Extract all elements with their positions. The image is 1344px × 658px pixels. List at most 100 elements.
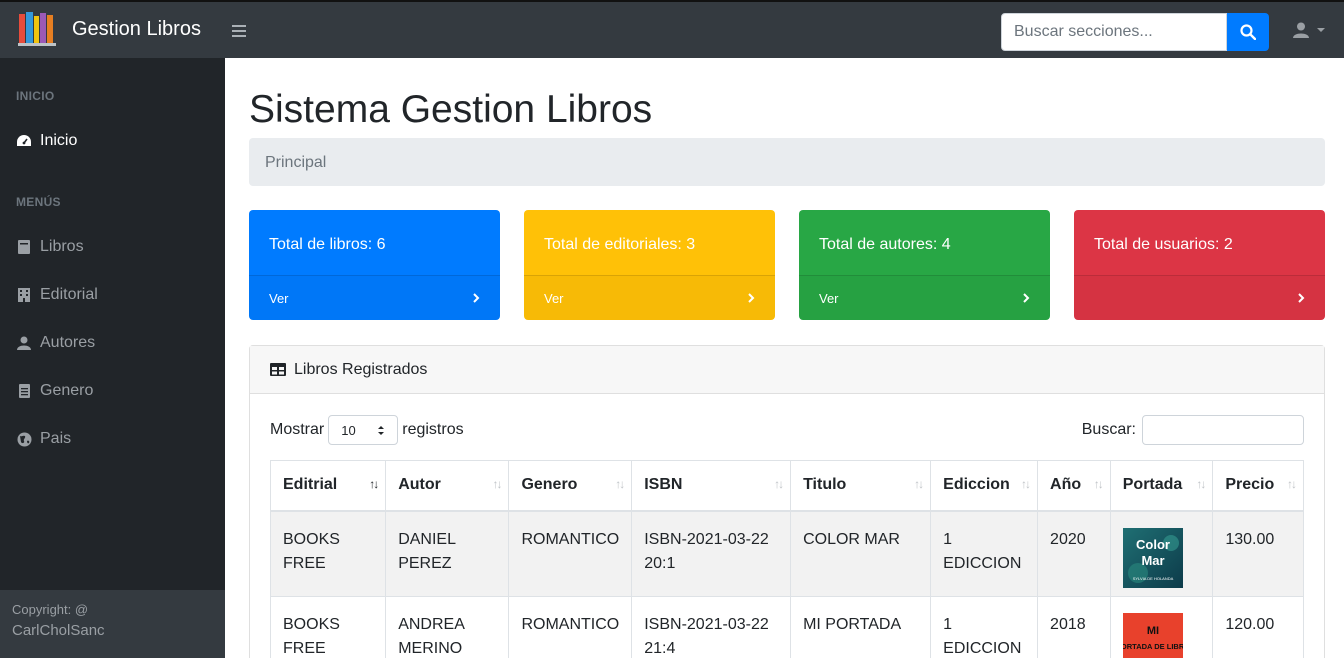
copyright-author: CarlCholSanc: [12, 622, 105, 639]
main-content: Sistema Gestion Libros Principal Total d…: [225, 58, 1344, 658]
page-length-value: 10: [341, 422, 356, 438]
card-text: Total de libros: 6: [269, 236, 386, 253]
app-title: Gestion Libros: [72, 17, 201, 40]
cell-autor: ANDREA MERINO: [385, 596, 510, 658]
column-header-precio[interactable]: Precio ↑↓: [1212, 460, 1304, 512]
card-total-editoriales: Total de editoriales: 3 Ver: [524, 210, 775, 320]
column-label: Portada: [1122, 476, 1183, 494]
cell-titulo: MI PORTADA: [790, 596, 932, 658]
cell-ediccion: 1 EDICCION: [930, 510, 1039, 597]
column-header-anio[interactable]: Año ↑↓: [1037, 460, 1111, 512]
column-header-isbn[interactable]: ISBN ↑↓: [631, 460, 792, 512]
dashboard-icon: [16, 133, 32, 149]
show-label: Mostrar: [270, 421, 325, 438]
card-link-label: Ver: [269, 290, 289, 306]
sidebar-item-autores[interactable]: Autores: [16, 334, 95, 352]
sidebar: INICIO Inicio MENÚS Libros Editorial Aut…: [0, 58, 225, 658]
sidebar-item-label: Libros: [40, 238, 84, 255]
brand[interactable]: Gestion Libros: [18, 12, 201, 46]
table-row: BOOKS FREE ANDREA MERINO ROMANTICO ISBN-…: [269, 596, 1304, 658]
column-header-titulo[interactable]: Titulo ↑↓: [790, 460, 932, 512]
card-link-libros[interactable]: Ver: [249, 275, 500, 320]
column-label: Autor: [398, 476, 441, 494]
page-length-select[interactable]: 10: [328, 415, 399, 445]
search-icon: [1240, 24, 1256, 40]
sidebar-item-editorial[interactable]: Editorial: [16, 286, 98, 304]
table-search: Buscar:: [1082, 414, 1304, 446]
cell-isbn: ISBN-2021-03-22 20:1: [631, 510, 792, 597]
user-icon: [16, 335, 32, 351]
sidebar-item-genero[interactable]: Genero: [16, 382, 93, 400]
chevron-right-icon: [748, 293, 755, 303]
sidebar-item-label: Pais: [40, 430, 72, 447]
cover-author: SYLVIA DE HOLANDA: [1132, 576, 1173, 581]
card-text: Total de usuarios: 2: [1094, 236, 1233, 253]
cell-anio: 2018: [1037, 596, 1111, 658]
libros-table: Editrial ↑↓ Autor ↑↓ Genero ↑↓ ISBN ↑↓ Titul…: [269, 460, 1304, 658]
user-menu[interactable]: [1292, 22, 1326, 38]
table-controls: Mostrar 10 registros Buscar:: [270, 414, 1304, 446]
sidebar-item-libros[interactable]: Libros: [16, 238, 84, 256]
column-header-ediccion[interactable]: Ediccion ↑↓: [930, 460, 1039, 512]
panel-title: Libros Registrados: [294, 360, 428, 378]
sort-icon: ↑↓: [1196, 477, 1206, 491]
sidebar-footer: Copyright: @ CarlCholSanc: [0, 590, 225, 658]
column-header-genero[interactable]: Genero ↑↓: [508, 460, 633, 512]
search-button[interactable]: [1227, 13, 1269, 51]
panel-header: Libros Registrados: [250, 346, 1324, 394]
book-cover-image: MI PORTADA DE LIBRO: [1116, 613, 1190, 658]
page-title: Sistema Gestion Libros: [249, 88, 653, 131]
sidebar-item-inicio[interactable]: Inicio: [16, 132, 77, 150]
breadcrumb: Principal: [249, 138, 1325, 186]
books-logo-icon: [18, 12, 60, 46]
cell-ediccion: 1 EDICCION: [930, 596, 1039, 658]
card-link-label: Ver: [819, 290, 839, 306]
column-header-editorial[interactable]: Editrial ↑↓: [269, 460, 387, 512]
libros-table-panel: Libros Registrados Mostrar 10 registros …: [249, 345, 1325, 658]
column-header-portada[interactable]: Portada ↑↓: [1109, 460, 1214, 512]
column-label: Editrial: [283, 476, 338, 494]
card-total-autores: Total de autores: 4 Ver: [799, 210, 1050, 320]
cell-portada: MI PORTADA DE LIBRO: [1109, 596, 1214, 658]
sort-icon: ↑↓: [492, 477, 502, 491]
user-icon: [1293, 22, 1309, 38]
cell-autor: DANIEL PEREZ: [385, 510, 510, 597]
chevron-right-icon: [1023, 293, 1030, 303]
search-input[interactable]: [1001, 13, 1227, 51]
cover-title-line1: Color: [1136, 537, 1170, 552]
sidebar-item-label: Inicio: [40, 132, 78, 149]
sidebar-item-label: Autores: [40, 334, 96, 351]
sort-asc-icon: ↑↓: [369, 477, 379, 491]
cell-editorial: BOOKS FREE: [269, 596, 387, 658]
file-icon: [16, 383, 32, 399]
sidebar-heading-inicio: INICIO: [16, 89, 55, 103]
menu-toggle-icon[interactable]: [232, 21, 246, 42]
card-link-autores[interactable]: Ver: [799, 275, 1050, 320]
cover-title-line1: MI: [1147, 625, 1159, 637]
cover-title-line2: PORTADA DE LIBRO: [1123, 642, 1183, 651]
cell-isbn: ISBN-2021-03-22 21:4: [631, 596, 792, 658]
table-icon: [270, 363, 286, 376]
sidebar-item-pais[interactable]: Pais: [16, 430, 71, 448]
sort-icon: ↑↓: [914, 477, 924, 491]
book-cover-image: Color Mar SYLVIA DE HOLANDA: [1122, 527, 1183, 588]
sidebar-item-label: Editorial: [40, 286, 98, 303]
table-header-row: Editrial ↑↓ Autor ↑↓ Genero ↑↓ ISBN ↑↓ Titul…: [269, 460, 1304, 512]
sort-arrows-icon: [378, 425, 385, 435]
chevron-right-icon: [1298, 293, 1305, 303]
card-link-label: Ver: [544, 290, 564, 306]
column-label: Genero: [521, 476, 578, 494]
book-icon: [16, 239, 32, 255]
card-text: Total de editoriales: 3: [544, 236, 696, 253]
table-search-input[interactable]: [1142, 415, 1304, 445]
cell-genero: ROMANTICO: [508, 510, 633, 597]
cell-titulo: COLOR MAR: [790, 510, 932, 597]
card-link-usuarios[interactable]: [1074, 275, 1325, 320]
page-length-control: Mostrar 10 registros: [270, 414, 464, 446]
top-navbar: Gestion Libros: [0, 0, 1344, 58]
column-header-autor[interactable]: Autor ↑↓: [385, 460, 510, 512]
cell-precio: 120.00: [1212, 596, 1304, 658]
card-total-usuarios: Total de usuarios: 2: [1074, 210, 1325, 320]
column-label: Ediccion: [943, 476, 1010, 494]
card-link-editoriales[interactable]: Ver: [524, 275, 775, 320]
